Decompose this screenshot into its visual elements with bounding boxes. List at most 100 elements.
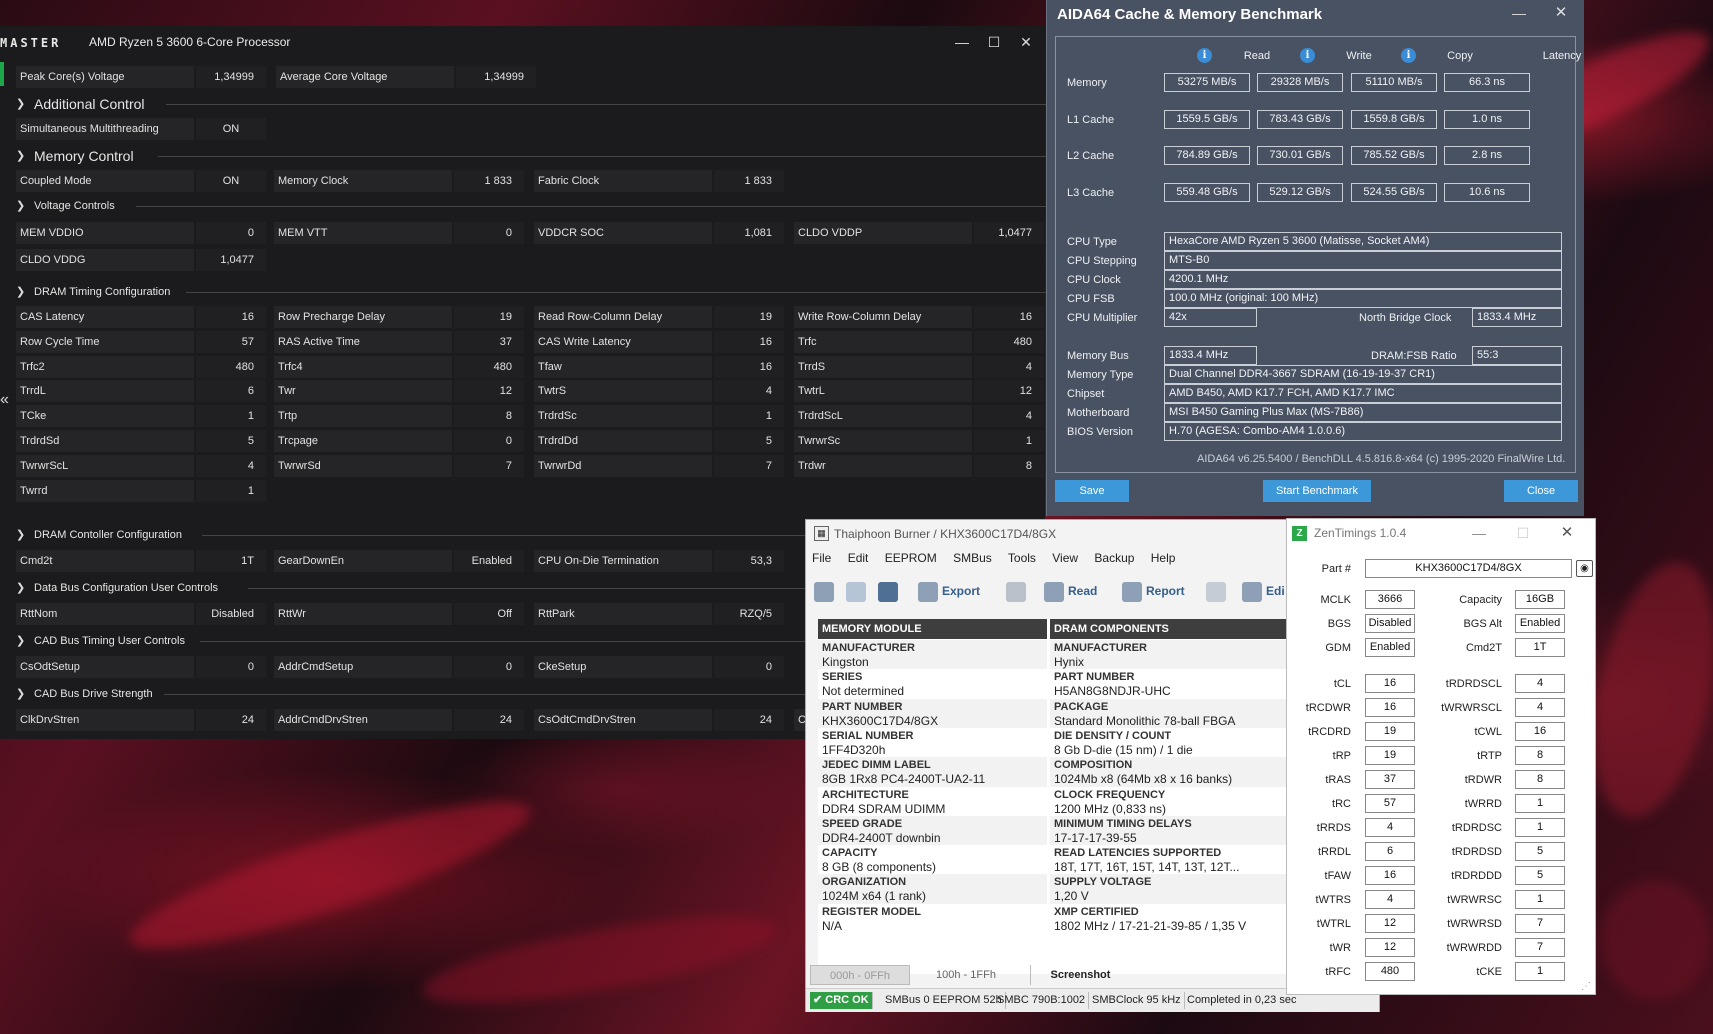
result-value: 1559.5 GB/s [1164,109,1250,129]
param-label: CLDO VDDP [794,222,972,244]
param-value: 1 [714,405,784,428]
tab-000h-0ffh[interactable]: 000h - 0FFh [810,965,910,985]
menu-tools[interactable]: Tools [1008,551,1036,565]
memory-bus-label: Memory Bus [1067,350,1129,362]
maximize-button[interactable]: ☐ [1511,523,1535,543]
menu-edit[interactable]: Edit [848,551,869,565]
save-tool[interactable] [878,579,902,603]
chevron-down-icon[interactable]: ❯ [16,578,30,598]
result-value: 53275 MB/s [1164,73,1250,92]
chevron-down-icon[interactable]: ❯ [16,94,30,114]
timing-value: 4 [1515,698,1565,717]
cpu-stepping-label: CPU Stepping [1067,255,1137,267]
param-value: 1 [196,479,266,502]
param-value: 16 [714,355,784,378]
open-tool[interactable] [846,579,870,603]
timing-label: tRDRDSD [1451,846,1502,858]
save-button[interactable]: Save [1055,480,1129,502]
chevron-down-icon[interactable]: ❯ [16,631,30,651]
chevron-down-icon[interactable]: ❯ [16,684,30,704]
param-label: CAS Latency [16,306,194,328]
timing-value: 19 [1365,746,1415,765]
export-button[interactable]: Export [918,579,980,603]
window-title: ZenTimings 1.0.4 [1314,526,1407,540]
param-label: TrdrdSc [534,405,712,428]
close-dialog-button[interactable]: Close [1504,480,1578,502]
menu-file[interactable]: File [812,551,831,565]
param-value: 0 [714,656,784,678]
info-icon[interactable]: i [1401,48,1416,63]
camera-icon[interactable]: ◉ [1576,560,1593,577]
spd-value: 8 GB (8 components) [822,860,937,875]
menu-help[interactable]: Help [1151,551,1176,565]
edit-icon [1242,581,1262,602]
spd-value: N/A [822,918,843,933]
spd-key: SERIES [822,671,863,684]
section-title: Data Bus Configuration User Controls [34,582,219,594]
param-label: Trfc [794,330,972,353]
chevron-down-icon[interactable]: ❯ [16,146,30,166]
smbc-status: SMBC 790B:1002 [994,992,1090,1009]
timing-label: tWRWRDD [1446,942,1502,954]
spd-cell: SPEED GRADE DDR4-2400T downbin [818,815,1047,848]
param-value[interactable]: ON [196,170,266,192]
start-benchmark-button[interactable]: Start Benchmark [1263,480,1371,502]
spd-cell: REGISTER MODEL N/A [818,903,1047,936]
section-title: Additional Control [34,96,145,112]
column-header-write: Write [1346,50,1372,62]
resize-grip-icon[interactable]: ⋰ [1581,981,1591,992]
read-button[interactable]: Read [1044,579,1097,603]
chevron-down-icon[interactable]: ❯ [16,196,30,216]
param-value: 1,0477 [974,222,1044,244]
timing-value: 57 [1365,794,1415,813]
processor-name: AMD Ryzen 5 3600 6-Core Processor [89,35,291,49]
edit-button[interactable]: Edi [1242,579,1285,603]
section-divider [200,641,822,642]
spd-value: DDR4-2400T downbin [822,830,941,845]
close-button[interactable]: ✕ [1014,32,1038,52]
aida64-window: AIDA64 Cache & Memory Benchmark — ✕ Read… [1046,0,1584,516]
info-icon[interactable]: i [1300,48,1315,63]
minimize-button[interactable]: — [1507,3,1531,23]
report-button[interactable]: Report [1122,579,1185,603]
read-label: Read [1068,584,1098,598]
maximize-button[interactable]: ☐ [982,32,1006,52]
menu-eeprom[interactable]: EEPROM [885,551,937,565]
tab-100h-1ffh[interactable]: 100h - 1FFh [916,965,1016,985]
lock-icon [1006,581,1026,602]
section-divider [158,156,1046,157]
menu-view[interactable]: View [1052,551,1078,565]
param-value[interactable]: ON [196,118,266,140]
lock-tool[interactable] [1006,579,1030,603]
param-label: Tfaw [534,355,712,378]
floppy-icon [878,581,898,602]
timing-label: tWRWRSD [1447,918,1502,930]
param-label: Simultaneous Multithreading [16,118,194,140]
chevron-down-icon[interactable]: ❯ [16,525,30,545]
result-value: 10.6 ns [1444,182,1530,202]
wrench-tool[interactable] [1206,579,1230,603]
close-button[interactable]: ✕ [1555,523,1579,543]
collapse-panel-icon[interactable]: « [0,391,9,409]
minimize-button[interactable]: — [1467,523,1491,543]
tab-screenshot[interactable]: Screenshot [1030,965,1130,985]
result-value: 1.0 ns [1444,109,1530,129]
param-label: TrdrdDd [534,430,712,452]
info-icon[interactable]: i [1197,48,1212,63]
param-label: Row Precharge Delay [274,306,452,328]
minimize-button[interactable]: — [950,32,974,52]
timing-value: 16 [1365,866,1415,885]
param-value: 1,34999 [456,66,536,88]
chevron-down-icon[interactable]: ❯ [16,282,30,302]
menu-backup[interactable]: Backup [1094,551,1134,565]
settings-tool[interactable] [814,579,838,603]
spd-value: 1FF4D320h [822,742,886,757]
close-button[interactable]: ✕ [1549,3,1573,23]
timing-label: tRRDL [1317,846,1351,858]
timing-value: 1 [1515,890,1565,909]
bios-value: H.70 (AGESA: Combo-AM4 1.0.0.6) [1164,422,1562,441]
menu-smbus[interactable]: SMBus [953,551,992,565]
param-value: 0 [454,222,524,244]
active-indicator [0,62,4,86]
part-number-value: KHX3600C17D4/8GX [1365,559,1572,578]
